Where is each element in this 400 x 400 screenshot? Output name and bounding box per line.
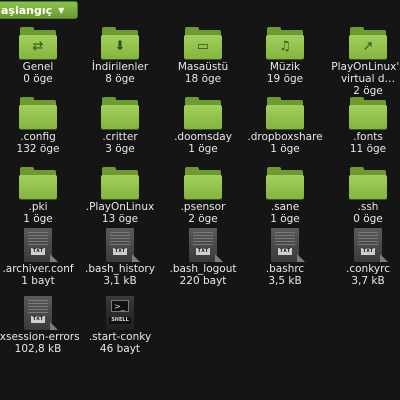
item-size: 18 öge — [184, 73, 222, 85]
folder-item[interactable]: .pki 1 öge — [0, 166, 80, 225]
item-name: .bashrc — [265, 263, 305, 275]
file-item[interactable]: TXT .xsession-errors 102,8 kB — [0, 296, 80, 355]
item-size: 3,7 kB — [351, 275, 385, 287]
item-size: 2 öge — [188, 213, 218, 225]
music-icon: ♫ — [279, 39, 291, 54]
item-size: 1 öge — [270, 143, 300, 155]
folder-item[interactable]: .fonts 11 öge — [326, 96, 400, 155]
item-name: .pki — [28, 201, 48, 213]
file-item[interactable]: TXT .conkyrc 3,7 kB — [326, 228, 400, 287]
folder-item[interactable]: ⇄ Genel 0 öge — [0, 26, 80, 85]
item-size: 1 bayt — [21, 275, 55, 287]
folder-icon — [348, 166, 388, 200]
folder-icon — [100, 96, 140, 130]
folder-item[interactable]: .doomsday 1 öge — [161, 96, 245, 155]
file-item[interactable]: TXT .archiver.conf 1 bayt — [0, 228, 80, 287]
text-file-icon: TXT — [183, 228, 223, 262]
desktop-icon: ▭ — [196, 39, 210, 54]
item-name: .critter — [102, 131, 138, 143]
folder-icon — [18, 166, 58, 200]
item-name: Müzik — [269, 61, 301, 73]
folder-item[interactable]: .PlayOnLinux 13 öge — [78, 166, 162, 225]
item-name: Masaüstü — [177, 61, 229, 73]
item-name: .config — [20, 131, 56, 143]
item-name: .ssh — [357, 201, 379, 213]
text-file-icon: TXT — [18, 228, 58, 262]
item-size: 0 öge — [23, 73, 53, 85]
item-name: .archiver.conf — [2, 263, 74, 275]
item-size: 3,5 kB — [268, 275, 302, 287]
folder-icon — [348, 96, 388, 130]
folder-item[interactable]: ▭ Masaüstü 18 öge — [161, 26, 245, 85]
item-size: 1 öge — [188, 143, 218, 155]
folder-item[interactable]: ♫ Müzik 19 öge — [243, 26, 327, 85]
item-name: .conkyrc — [346, 263, 390, 275]
item-size: 46 bayt — [99, 343, 141, 355]
folder-icon — [265, 96, 305, 130]
folder-icon — [183, 96, 223, 130]
item-name: .sane — [270, 201, 300, 213]
file-item[interactable]: TXT .bashrc 3,5 kB — [243, 228, 327, 287]
shell-script-icon: >_ SHELL — [100, 296, 140, 330]
file-manager-view: aşlangıç ▼ ⇄ Genel 0 öge ⬇ İndirilenler 8 öge… — [0, 0, 400, 400]
item-size: 19 öge — [266, 73, 304, 85]
text-file-icon: TXT — [100, 228, 140, 262]
item-size: 3,1 kB — [103, 275, 137, 287]
folder-item[interactable]: ⬇ İndirilenler 8 öge — [78, 26, 162, 85]
item-name: .dropboxshare — [247, 131, 323, 143]
folder-item[interactable]: .critter 3 öge — [78, 96, 162, 155]
item-name: .fonts — [353, 131, 383, 143]
item-size: 102,8 kB — [14, 343, 62, 355]
location-home-button[interactable]: aşlangıç ▼ — [0, 1, 78, 19]
folder-icon — [183, 166, 223, 200]
item-size: 0 öge — [353, 213, 383, 225]
folder-icon — [265, 166, 305, 200]
item-name: .start-conky — [88, 331, 152, 343]
folder-icon: ♫ — [265, 26, 305, 60]
folder-icon — [18, 96, 58, 130]
item-size: 1 öge — [23, 213, 53, 225]
item-size: 1 öge — [270, 213, 300, 225]
item-size: 11 öge — [349, 143, 387, 155]
item-name: .bash_history — [85, 263, 155, 275]
folder-item[interactable]: .dropboxshare 1 öge — [243, 96, 327, 155]
chevron-down-icon: ▼ — [58, 5, 65, 15]
item-name: PlayOnLinux's virtual d… — [331, 61, 400, 85]
folder-icon — [100, 166, 140, 200]
text-file-icon: TXT — [265, 228, 305, 262]
text-file-icon: TXT — [18, 296, 58, 330]
folder-item[interactable]: .config 132 öge — [0, 96, 80, 155]
item-name: .bash_logout — [169, 263, 237, 275]
folder-icon: ⬇ — [100, 26, 140, 60]
item-size: 3 öge — [105, 143, 135, 155]
item-size: 8 öge — [105, 73, 135, 85]
link-icon: ↗ — [362, 39, 374, 54]
file-item[interactable]: TXT .bash_logout 220 bayt — [161, 228, 245, 287]
download-icon: ⬇ — [114, 39, 126, 54]
file-item[interactable]: >_ SHELL .start-conky 46 bayt — [78, 296, 162, 355]
item-size: 13 öge — [101, 213, 139, 225]
folder-item[interactable]: .sane 1 öge — [243, 166, 327, 225]
folder-icon: ⇄ — [18, 26, 58, 60]
item-name: .doomsday — [174, 131, 232, 143]
folder-icon: ↗ — [348, 26, 388, 60]
item-name: .psensor — [180, 201, 226, 213]
text-file-icon: TXT — [348, 228, 388, 262]
item-size: 220 bayt — [179, 275, 227, 287]
folder-item[interactable]: .psensor 2 öge — [161, 166, 245, 225]
file-item[interactable]: TXT .bash_history 3,1 kB — [78, 228, 162, 287]
folder-icon: ▭ — [183, 26, 223, 60]
item-name: İndirilenler — [91, 61, 149, 73]
folder-item[interactable]: .ssh 0 öge — [326, 166, 400, 225]
item-size: 132 öge — [16, 143, 60, 155]
share-icon: ⇄ — [32, 39, 44, 54]
item-name: Genel — [22, 61, 54, 73]
folder-item[interactable]: ↗ PlayOnLinux's virtual d… 2 öge — [326, 26, 400, 97]
location-label: aşlangıç — [1, 3, 53, 17]
item-name: .PlayOnLinux — [85, 201, 155, 213]
item-name: .xsession-errors — [0, 331, 80, 343]
